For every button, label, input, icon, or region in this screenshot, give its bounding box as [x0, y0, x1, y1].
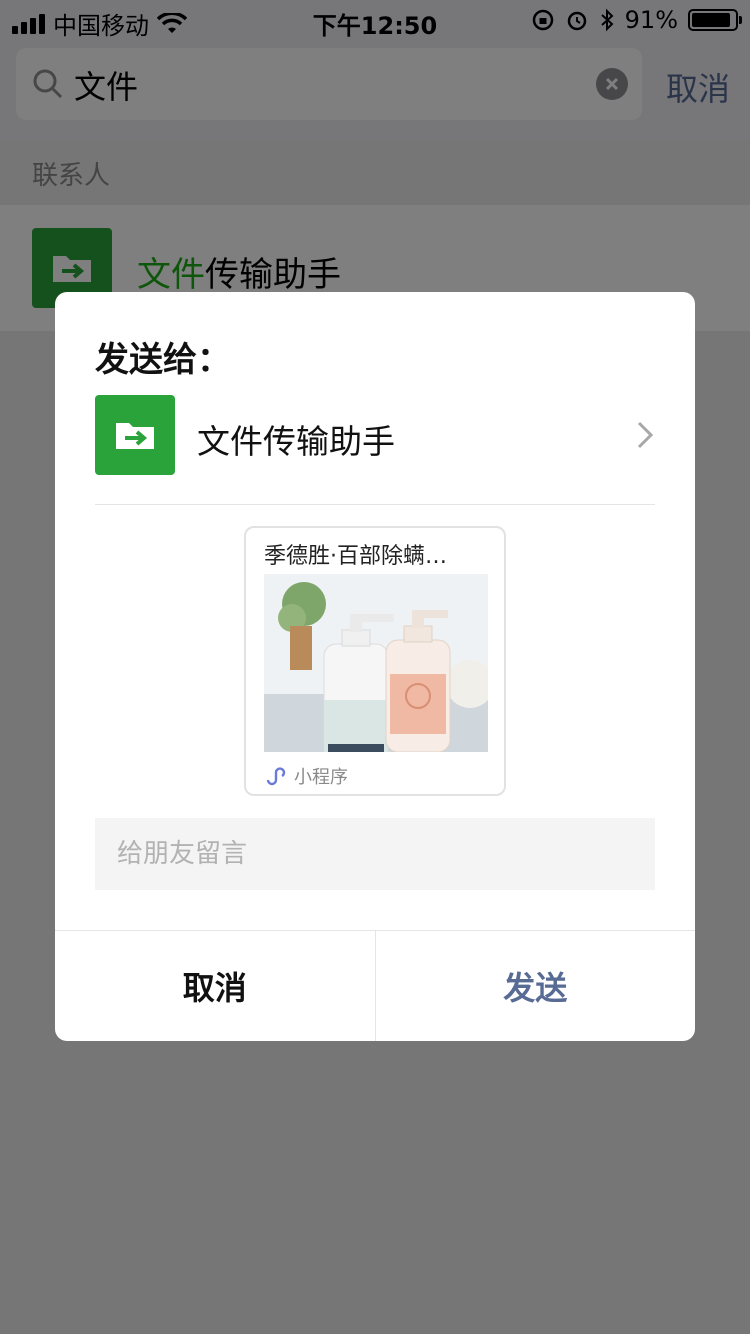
recipient-row[interactable]: 文件传输助手: [95, 395, 655, 475]
card-product-image: [264, 574, 488, 752]
message-input[interactable]: [95, 818, 655, 890]
mini-program-icon: [266, 767, 286, 786]
send-button[interactable]: 发送: [376, 931, 696, 1041]
folder-arrow-icon: [116, 423, 154, 449]
divider: [95, 504, 655, 505]
dialog-button-row: 取消 发送: [55, 930, 695, 1041]
mini-program-card[interactable]: 季德胜·百部除螨… 小程序: [244, 526, 506, 796]
chevron-right-icon: [637, 421, 654, 449]
share-dialog: 发送给： 文件传输助手 季德胜·百部除螨… 小程序 给朋友留言 取消 发送: [55, 292, 695, 1041]
recipient-name: 文件传输助手: [197, 422, 395, 461]
card-footer: 小程序: [264, 764, 348, 788]
recipient-avatar: [95, 395, 175, 475]
mini-program-label: 小程序: [294, 767, 348, 788]
cancel-button[interactable]: 取消: [55, 931, 376, 1041]
dialog-title: 发送给：: [95, 340, 231, 380]
card-title: 季德胜·百部除螨…: [264, 544, 447, 569]
